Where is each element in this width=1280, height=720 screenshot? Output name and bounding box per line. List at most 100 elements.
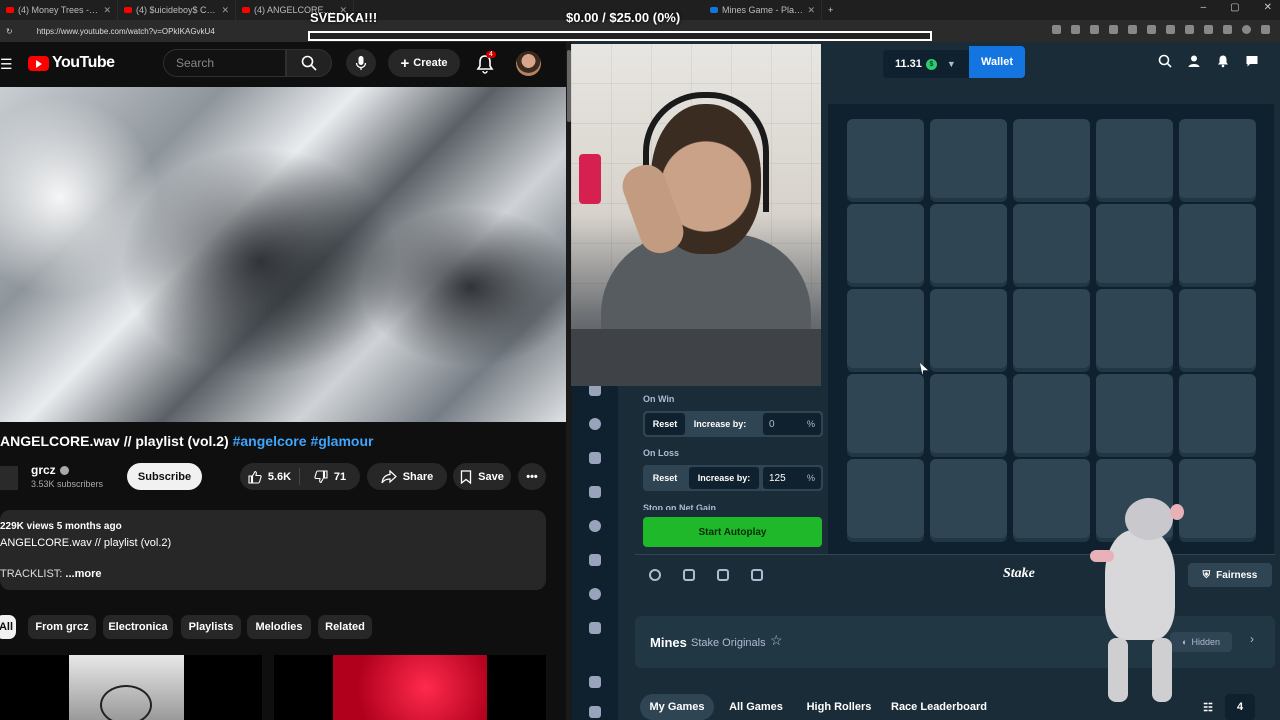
- browser-tab[interactable]: Mines Game - Play Free Social Casino ✕: [704, 0, 822, 20]
- mine-tile[interactable]: [847, 374, 924, 453]
- maximize-icon[interactable]: ▢: [1230, 2, 1239, 13]
- slots-icon[interactable]: [589, 452, 601, 464]
- tab-high-rollers[interactable]: High Rollers: [799, 694, 879, 720]
- hamburger-menu-icon[interactable]: ☰: [0, 56, 13, 73]
- on-loss-percent-input[interactable]: 125 %: [763, 467, 821, 489]
- account-avatar[interactable]: [516, 51, 541, 76]
- create-button[interactable]: + Create: [388, 49, 460, 77]
- fire-icon[interactable]: [589, 418, 601, 430]
- save-button[interactable]: Save: [453, 463, 511, 490]
- mine-tile[interactable]: [1013, 289, 1090, 368]
- on-loss-reset-button[interactable]: Reset: [645, 467, 685, 489]
- mine-tile[interactable]: [930, 374, 1007, 453]
- related-video-thumbnail[interactable]: [0, 655, 262, 720]
- chip-melodies[interactable]: Melodies: [247, 615, 311, 639]
- flask-icon[interactable]: [589, 554, 601, 566]
- mine-tile[interactable]: [1096, 289, 1173, 368]
- notification-bell-icon[interactable]: [1216, 54, 1230, 68]
- grid-icon[interactable]: [589, 622, 601, 634]
- extension-icon[interactable]: [1204, 25, 1213, 34]
- mine-tile[interactable]: [1096, 204, 1173, 283]
- gift-icon[interactable]: [589, 676, 601, 688]
- extension-icon[interactable]: [1109, 25, 1118, 34]
- extension-icon[interactable]: [1223, 25, 1232, 34]
- chip-electronica[interactable]: Electronica: [103, 615, 173, 639]
- channel-name[interactable]: grcz: [31, 463, 69, 477]
- chevron-right-icon[interactable]: ›: [1250, 632, 1254, 646]
- close-tab-icon[interactable]: ✕: [221, 5, 229, 16]
- browser-tab[interactable]: (4) Money Trees - YouTube ✕: [0, 0, 118, 20]
- mine-tile[interactable]: [847, 459, 924, 538]
- mine-tile[interactable]: [1013, 374, 1090, 453]
- mine-tile[interactable]: [1179, 459, 1256, 538]
- settings-gear-icon[interactable]: [649, 569, 661, 581]
- chip-related[interactable]: Related: [318, 615, 372, 639]
- chip-playlists[interactable]: Playlists: [181, 615, 241, 639]
- mine-tile[interactable]: [1179, 289, 1256, 368]
- start-autoplay-button[interactable]: Start Autoplay: [643, 517, 822, 547]
- mine-tile[interactable]: [847, 204, 924, 283]
- fairness-button[interactable]: ⛨ Fairness: [1188, 563, 1272, 587]
- share-button[interactable]: Share: [367, 463, 447, 490]
- extension-icon[interactable]: [1128, 25, 1137, 34]
- channel-name-text[interactable]: grcz: [31, 463, 56, 477]
- on-win-percent-input[interactable]: 0 %: [763, 413, 821, 435]
- mine-tile[interactable]: [930, 204, 1007, 283]
- extension-icon[interactable]: [1147, 25, 1156, 34]
- stats-chart-icon[interactable]: [717, 569, 729, 581]
- hashtag-link[interactable]: #glamour: [310, 433, 373, 449]
- chip-from-grcz[interactable]: From grcz: [28, 615, 96, 639]
- subscribe-button[interactable]: Subscribe: [127, 463, 202, 490]
- mine-tile[interactable]: [1179, 204, 1256, 283]
- show-more-link[interactable]: ...more: [65, 568, 101, 580]
- tab-count-partial[interactable]: 4: [1225, 694, 1255, 720]
- refresh-icon[interactable]: ↻: [6, 27, 13, 36]
- url-text[interactable]: https://www.youtube.com/watch?v=OPkIKAGv…: [37, 27, 215, 36]
- popout-icon[interactable]: [751, 569, 763, 581]
- live-casino-icon[interactable]: [589, 520, 601, 532]
- mine-tile[interactable]: [930, 119, 1007, 198]
- search-button[interactable]: [286, 49, 332, 77]
- new-tab-icon[interactable]: +: [828, 5, 833, 15]
- like-button[interactable]: 5.6K: [240, 468, 300, 485]
- extension-icon[interactable]: [1185, 25, 1194, 34]
- tab-my-games[interactable]: My Games: [640, 694, 714, 720]
- hashtag-link[interactable]: #angelcore: [233, 433, 307, 449]
- close-tab-icon[interactable]: ✕: [807, 5, 815, 16]
- mine-tile[interactable]: [847, 289, 924, 368]
- close-tab-icon[interactable]: ✕: [103, 5, 111, 16]
- extension-icon[interactable]: [1166, 25, 1175, 34]
- mine-tile[interactable]: [1013, 204, 1090, 283]
- profile-icon[interactable]: [1242, 25, 1251, 34]
- mine-tile[interactable]: [1013, 459, 1090, 538]
- voice-search-button[interactable]: [346, 49, 376, 77]
- more-actions-button[interactable]: •••: [518, 463, 546, 490]
- mine-tile[interactable]: [1179, 119, 1256, 198]
- on-loss-increase-button[interactable]: Increase by:: [689, 467, 759, 489]
- related-video-thumbnail[interactable]: [274, 655, 546, 720]
- mine-tile[interactable]: [1096, 119, 1173, 198]
- search-icon[interactable]: [1158, 54, 1172, 68]
- chip-all[interactable]: All: [0, 615, 16, 639]
- menu-icon[interactable]: [1261, 25, 1270, 34]
- extension-icon[interactable]: [1090, 25, 1099, 34]
- extension-icon[interactable]: [1052, 25, 1061, 34]
- favorite-star-icon[interactable]: ☆: [770, 632, 783, 649]
- mine-tile[interactable]: [847, 119, 924, 198]
- chat-icon[interactable]: [1245, 54, 1259, 68]
- tab-all-games[interactable]: All Games: [723, 694, 789, 720]
- on-win-increase-button[interactable]: Increase by:: [689, 413, 751, 435]
- mine-tile[interactable]: [1013, 119, 1090, 198]
- video-player[interactable]: [0, 87, 566, 422]
- user-icon[interactable]: [1187, 54, 1201, 68]
- close-window-icon[interactable]: ✕: [1264, 2, 1272, 13]
- theatre-mode-icon[interactable]: [683, 569, 695, 581]
- mine-tile[interactable]: [1096, 374, 1173, 453]
- dislike-button[interactable]: 71: [300, 469, 360, 484]
- document-icon[interactable]: [589, 706, 601, 718]
- crown-icon[interactable]: [589, 486, 601, 498]
- user-list-icon[interactable]: ☷: [1195, 694, 1221, 720]
- channel-avatar[interactable]: [0, 466, 18, 490]
- browser-tab[interactable]: (4) $uicideboy$ Chill Mix - YouTube✕: [118, 0, 236, 20]
- minimize-icon[interactable]: –: [1201, 2, 1207, 13]
